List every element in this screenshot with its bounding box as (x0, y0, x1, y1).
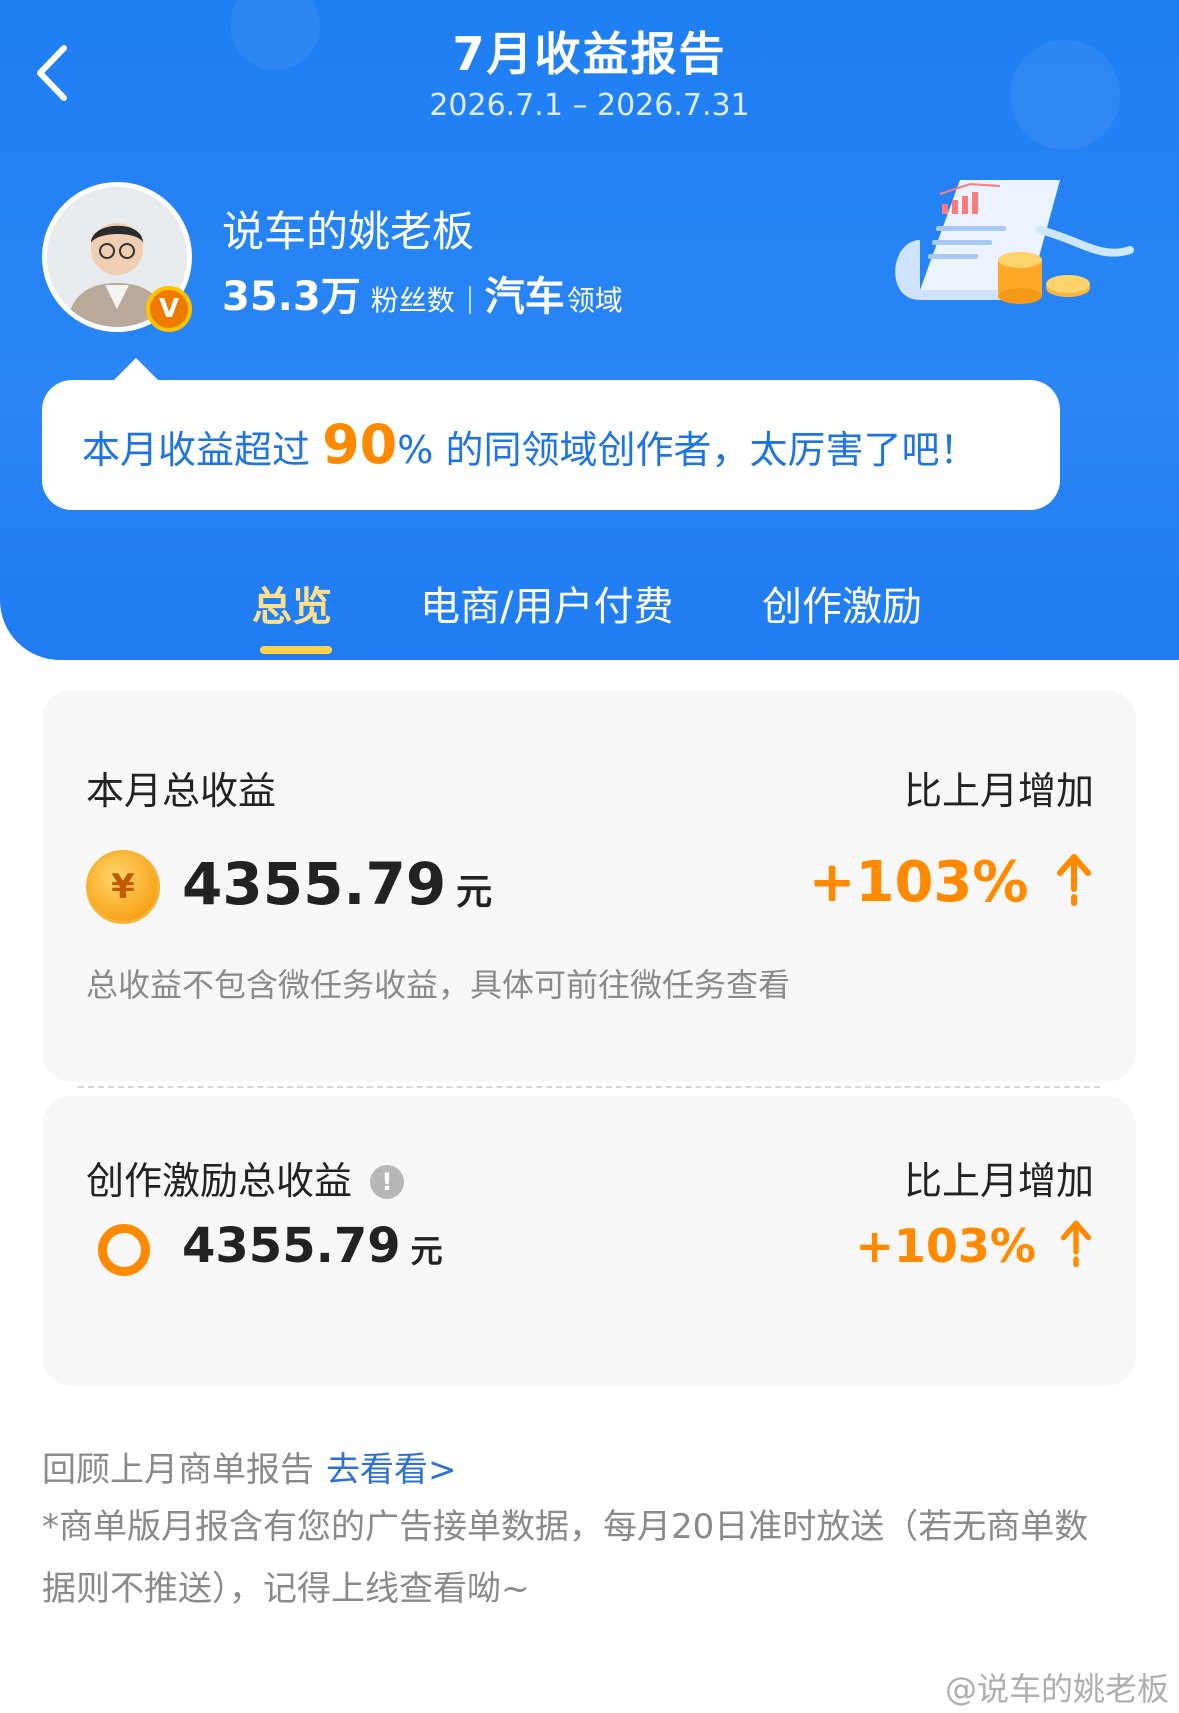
incentive-growth-value: +103% (855, 1219, 1036, 1273)
total-amount-value: 4355.79 (182, 850, 447, 918)
incentive-income-amount: 4355.79 元 (182, 1218, 443, 1274)
incentive-compare-label: 比上月增加 (903, 1159, 1094, 1203)
incentive-amount-unit: 元 (410, 1232, 443, 1270)
footer-note: *商单版月报含有您的广告接单数据，每月20日准时放送（若无商单数据则不推送），记… (42, 1507, 1089, 1609)
fans-count: 35.3万 (222, 274, 361, 320)
username: 说车的姚老板 (222, 207, 475, 256)
rank-percent: 90 (322, 413, 398, 476)
incentive-growth: +103% (855, 1218, 1094, 1273)
review-text: 回顾上月商单报告 (42, 1450, 314, 1490)
date-range: 2026.7.1 – 2026.7.31 (429, 88, 750, 123)
total-growth-value: +103% (808, 850, 1029, 915)
tab-bar: 总览 电商/用户付费 创作激励 (0, 574, 1179, 644)
total-income-label: 本月总收益 (86, 769, 277, 813)
card-notch (1122, 1072, 1150, 1100)
incentive-amount-value: 4355.79 (182, 1218, 401, 1274)
total-income-card: 本月总收益 比上月增加 ¥ 4355.79 元 +103% 总收益不包含微任务收益… (42, 690, 1136, 1082)
total-growth: +103% (809, 850, 1094, 915)
verified-badge: V (146, 286, 192, 332)
report-header: 7月收益报告 2026.7.1 – 2026.7.31 V 说车的姚老板 35.… (0, 0, 1179, 660)
dashed-divider (78, 1086, 1100, 1088)
card-notch (28, 1072, 56, 1100)
arrow-up-icon (1057, 854, 1091, 906)
total-income-amount: 4355.79 元 (182, 850, 492, 918)
incentive-label-text: 创作激励总收益 (86, 1159, 353, 1203)
tab-creation-incentive[interactable]: 创作激励 (762, 574, 922, 632)
arrow-up-icon (1060, 1220, 1092, 1268)
fans-label: 粉丝数 (370, 284, 455, 317)
active-tab-indicator (260, 646, 332, 654)
review-last-month: 回顾上月商单报告 去看看> (42, 1442, 457, 1491)
page-title: 7月收益报告 (452, 27, 727, 81)
divider (468, 286, 471, 314)
review-link[interactable]: 去看看> (326, 1450, 457, 1490)
total-income-note: 总收益不包含微任务收益，具体可前往微任务查看 (86, 966, 791, 1004)
domain-label: 领域 (566, 284, 623, 317)
total-compare-label: 比上月增加 (903, 769, 1094, 813)
tab-ecommerce-paid[interactable]: 电商/用户付费 (420, 574, 673, 632)
profile-stats: 35.3万 粉丝数 汽车领域 (222, 264, 623, 322)
incentive-income-label: 创作激励总收益! (86, 1150, 405, 1205)
total-amount-unit: 元 (456, 872, 493, 913)
info-icon[interactable]: ! (370, 1165, 405, 1199)
receipt-coins-illustration (895, 180, 1134, 304)
rank-prefix: 本月收益超过 (82, 428, 323, 472)
incentive-income-card: 创作激励总收益! 比上月增加 4355.79 元 +103% (42, 1096, 1136, 1386)
yuan-coin-icon: ¥ (86, 850, 160, 924)
watermark: @说车的姚老板 (944, 1670, 1169, 1708)
rank-suffix: 的同领域创作者，太厉害了吧！ (433, 428, 978, 472)
rank-percent-sign: % (397, 428, 434, 472)
rank-text: 本月收益超过 90% 的同领域创作者，太厉害了吧！ (82, 380, 977, 510)
rank-banner: 本月收益超过 90% 的同领域创作者，太厉害了吧！ (42, 358, 1060, 510)
orange-ring-icon (98, 1224, 150, 1276)
domain-name: 汽车 (484, 274, 565, 320)
tab-overview[interactable]: 总览 (252, 574, 332, 632)
